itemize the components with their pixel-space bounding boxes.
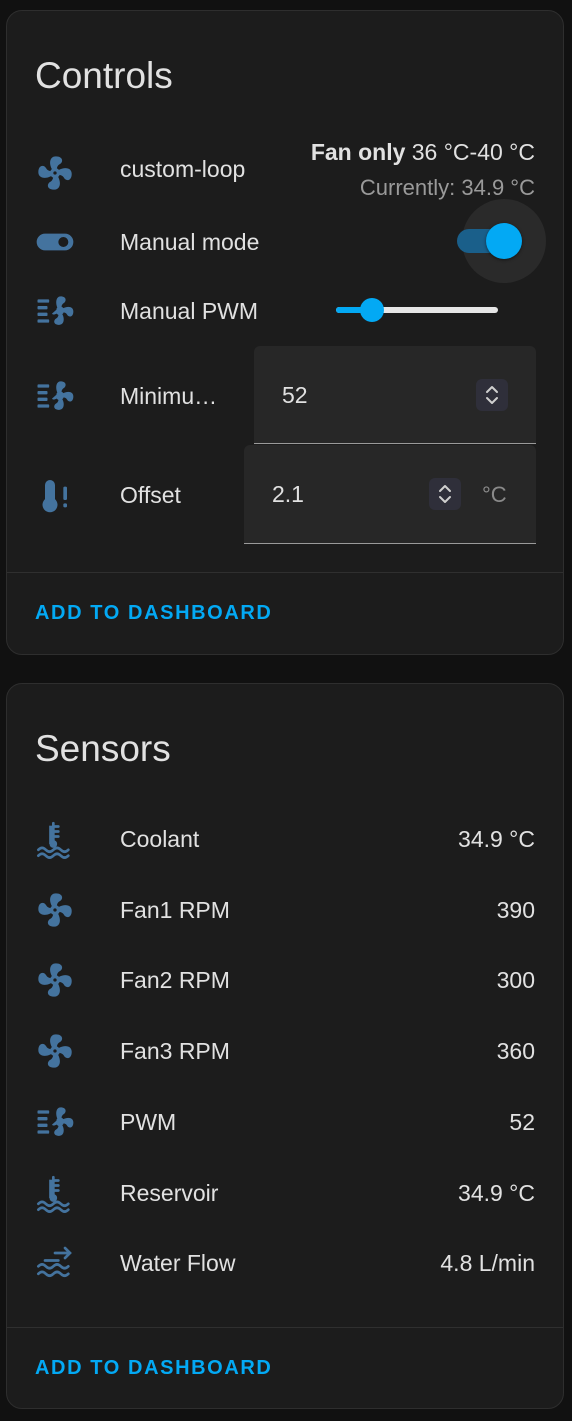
divider (7, 1327, 563, 1328)
sensor-value: 360 (496, 1038, 535, 1065)
minimum-value: 52 (282, 382, 308, 408)
chevron-up-down-icon (476, 379, 508, 411)
fan-speed-icon (35, 376, 75, 416)
spin-button[interactable] (476, 379, 508, 411)
sensor-row[interactable]: PWM 52 (7, 1092, 563, 1152)
sensor-label: Water Flow (120, 1250, 236, 1277)
sensor-row[interactable]: Fan2 RPM 300 (7, 950, 563, 1010)
add-to-dashboard-button[interactable]: ADD TO DASHBOARD (35, 602, 272, 625)
add-to-dashboard-button[interactable]: ADD TO DASHBOARD (35, 1357, 272, 1380)
fan-icon (35, 890, 75, 930)
manual-mode-toggle-thumb[interactable] (486, 223, 522, 259)
sensor-value: 300 (496, 967, 535, 994)
climate-range: 36 °C-40 °C (411, 139, 535, 165)
sensor-row[interactable]: Coolant 34.9 °C (7, 809, 563, 869)
climate-state: Fan only 36 °C-40 °C (311, 139, 535, 166)
offset-value: 2.1 (272, 481, 304, 507)
climate-mode: Fan only (310, 139, 406, 165)
climate-current: Currently: 34.9 °C (359, 175, 535, 200)
fan-icon (35, 960, 75, 1000)
coolant-temperature-icon (35, 819, 75, 859)
minimum-label: Minimu… (120, 383, 218, 409)
sensor-value: 34.9 °C (458, 826, 535, 852)
spin-button[interactable] (429, 478, 461, 510)
sensor-value: 52 (509, 1108, 535, 1135)
sensor-label: Coolant (120, 826, 200, 852)
card-title: Controls (35, 55, 173, 96)
slider-thumb[interactable] (359, 298, 384, 322)
thermometer-alert-icon (35, 475, 75, 515)
sensors-card: Sensors Coolant 34.9 °C Fan1 RPM 390 Fan2 RP… (6, 683, 564, 1409)
sensor-row[interactable]: Water Flow 4.8 L/min (7, 1233, 563, 1293)
sensor-row[interactable]: Reservoir 34.9 °C (7, 1163, 563, 1223)
minimum-number-field[interactable]: 52 (254, 346, 536, 444)
manual-pwm-label: Manual PWM (120, 298, 259, 324)
sensor-value: 4.8 L/min (440, 1250, 535, 1277)
sensor-label: Reservoir (120, 1179, 219, 1206)
sensor-label: PWM (120, 1108, 177, 1135)
sensor-row[interactable]: Fan1 RPM 390 (7, 880, 563, 940)
fan-speed-icon (35, 291, 75, 331)
sensor-label: Fan1 RPM (120, 896, 230, 923)
sensor-label: Fan2 RPM (120, 967, 230, 994)
offset-number-field[interactable]: 2.1 °C (244, 445, 536, 544)
coolant-temperature-icon (35, 1173, 75, 1213)
fan-speed-icon (35, 1102, 75, 1142)
offset-unit: °C (482, 482, 507, 507)
sensor-value: 390 (496, 896, 535, 923)
divider (7, 572, 563, 573)
manual-mode-label: Manual mode (120, 229, 260, 255)
climate-name: custom-loop (120, 156, 246, 182)
climate-row[interactable]: custom-loop Fan only 36 °C-40 °C Current… (7, 139, 563, 209)
sensor-value: 34.9 °C (458, 1179, 535, 1206)
water-flow-icon (35, 1243, 75, 1283)
sensor-row[interactable]: Fan3 RPM 360 (7, 1021, 563, 1081)
chevron-up-down-icon (429, 478, 461, 510)
fan-icon (35, 153, 75, 193)
offset-label: Offset (120, 482, 181, 508)
sensor-label: Fan3 RPM (120, 1038, 230, 1065)
controls-card: Controls custom-loop Fan only 36 °C-40 °… (6, 10, 564, 655)
toggle-icon (35, 222, 75, 262)
fan-icon (35, 1031, 75, 1071)
card-title: Sensors (35, 728, 171, 769)
